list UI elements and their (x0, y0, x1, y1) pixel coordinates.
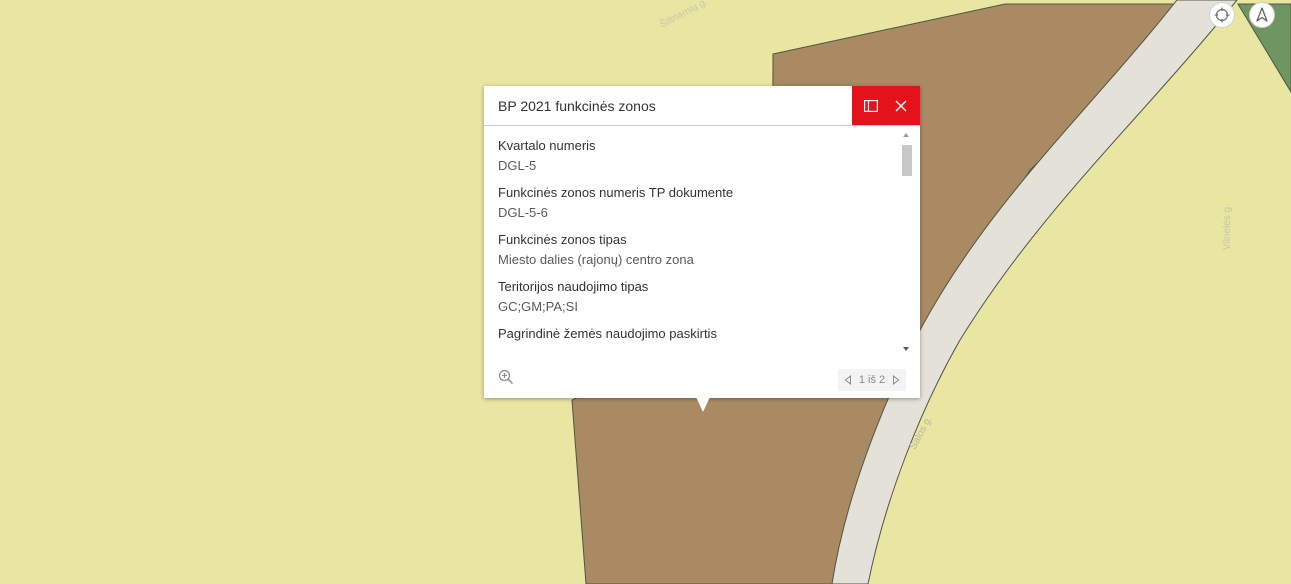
scroll-thumb[interactable] (902, 145, 912, 176)
field-label: Kvartalo numeris (498, 138, 596, 153)
popup-pointer (696, 397, 710, 412)
attribute-field: Kvartalo numeris DGL-5 (498, 138, 900, 173)
popup-header: BP 2021 funkcinės zonos (484, 86, 920, 126)
close-icon (895, 100, 907, 111)
street-label: Vilnelės g. (1222, 204, 1233, 250)
field-value: Miesto dalies (rajonų) centro zona (498, 252, 694, 267)
crosshair-icon (1214, 7, 1230, 23)
triangle-left-icon (844, 375, 851, 385)
locate-button[interactable] (1210, 3, 1234, 27)
field-label: Funkcinės zonos tipas (498, 232, 627, 247)
zoom-in-icon (498, 369, 513, 384)
zoom-to-button[interactable] (498, 369, 518, 389)
next-feature-button[interactable] (892, 375, 900, 385)
attribute-field: Pagrindinė žemės naudojimo paskirtis (498, 326, 900, 341)
scroll-up-arrow[interactable] (903, 133, 909, 137)
close-button[interactable] (891, 96, 911, 116)
field-label: Pagrindinė žemės naudojimo paskirtis (498, 326, 717, 341)
attribute-field: Funkcinės zonos tipas Miesto dalies (raj… (498, 232, 900, 267)
pager-text: 1 iš 2 (858, 374, 886, 386)
popup-header-actions (852, 86, 920, 125)
attribute-field: Funkcinės zonos numeris TP dokumente DGL… (498, 185, 900, 220)
scroll-down-arrow[interactable] (903, 347, 909, 351)
field-value: DGL-5 (498, 158, 537, 173)
field-label: Teritorijos naudojimo tipas (498, 279, 649, 294)
popup-title: BP 2021 funkcinės zonos (498, 98, 656, 114)
attribute-field: Teritorijos naudojimo tipas GC;GM;PA;SI (498, 279, 900, 314)
dock-button[interactable] (861, 96, 881, 116)
dock-icon (864, 99, 878, 112)
field-value: DGL-5-6 (498, 205, 548, 220)
popup-footer: 1 iš 2 (484, 361, 920, 398)
previous-feature-button[interactable] (844, 375, 852, 385)
field-label: Funkcinės zonos numeris TP dokumente (498, 185, 734, 200)
feature-popup: BP 2021 funkcinės zonos Kvartalo numeris… (484, 86, 920, 398)
triangle-right-icon (892, 375, 900, 385)
feature-pager: 1 iš 2 (838, 369, 906, 391)
compass-arrow-icon (1256, 7, 1268, 22)
compass-button[interactable] (1250, 3, 1274, 27)
field-value: GC;GM;PA;SI (498, 299, 578, 314)
popup-content[interactable]: Kvartalo numeris DGL-5 Funkcinės zonos n… (484, 126, 900, 356)
popup-scrollbar[interactable] (900, 131, 914, 355)
